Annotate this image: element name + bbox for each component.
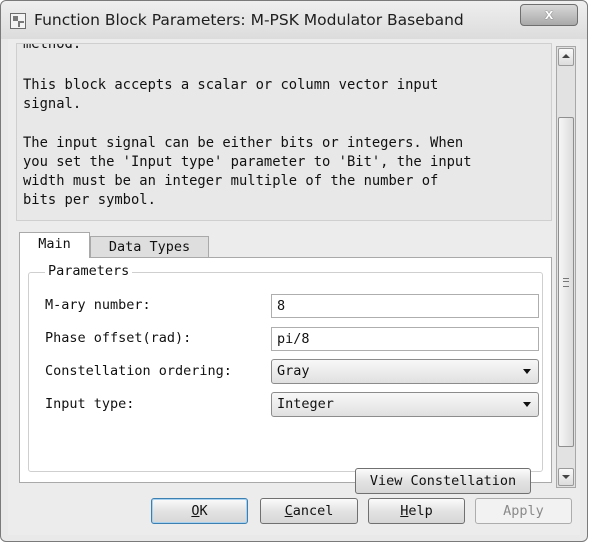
tab-data-types[interactable]: Data Types xyxy=(90,236,209,258)
description-paragraph-2: The input signal can be either bits or i… xyxy=(23,135,472,208)
description-cut-line: method. xyxy=(23,43,82,52)
input-type-value: Integer xyxy=(277,396,334,412)
view-constellation-button[interactable]: View Constellation xyxy=(355,468,531,494)
window-title: Function Block Parameters: M-PSK Modulat… xyxy=(34,11,464,29)
apply-button[interactable]: Apply xyxy=(475,498,572,524)
ok-button[interactable]: OK xyxy=(151,498,248,524)
scroll-grip-icon xyxy=(563,278,569,287)
constellation-ordering-select[interactable]: Gray xyxy=(271,359,539,384)
mary-number-label: M-ary number: xyxy=(45,297,151,313)
title-bar[interactable]: Function Block Parameters: M-PSK Modulat… xyxy=(1,1,587,39)
vertical-scrollbar[interactable] xyxy=(556,46,576,488)
parameters-legend: Parameters xyxy=(45,263,133,279)
mary-number-input[interactable]: 8 xyxy=(271,294,539,318)
parameters-group: Parameters M-ary number: 8 Phase offset(… xyxy=(28,263,543,472)
cancel-mnemonic: C xyxy=(284,503,293,519)
constellation-ordering-value: Gray xyxy=(277,363,310,379)
scroll-up-arrow-icon[interactable] xyxy=(558,48,574,66)
chevron-down-icon xyxy=(523,402,531,407)
input-type-label: Input type: xyxy=(45,396,135,412)
input-type-select[interactable]: Integer xyxy=(271,392,539,417)
constellation-ordering-label: Constellation ordering: xyxy=(45,363,232,379)
description-panel: method. This block accepts a scalar or c… xyxy=(16,43,552,221)
phase-offset-input[interactable]: pi/8 xyxy=(271,327,539,351)
scroll-down-arrow-icon[interactable] xyxy=(558,468,574,486)
phase-offset-label: Phase offset(rad): xyxy=(45,330,192,346)
ok-mnemonic: O xyxy=(191,503,200,519)
dialog-window: Function Block Parameters: M-PSK Modulat… xyxy=(0,0,588,542)
close-icon: x xyxy=(544,6,554,23)
ok-label-rest: K xyxy=(199,503,208,519)
dialog-client: method. This block accepts a scalar or c… xyxy=(8,39,580,535)
window-parameters-icon xyxy=(10,13,26,29)
close-button[interactable]: x xyxy=(520,4,578,26)
main-tab-panel: Parameters M-ary number: 8 Phase offset(… xyxy=(19,257,552,494)
tab-main[interactable]: Main xyxy=(19,232,90,258)
cancel-label-rest: ancel xyxy=(292,503,334,519)
description-paragraph-1: This block accepts a scalar or column ve… xyxy=(23,77,439,112)
cancel-button[interactable]: Cancel xyxy=(260,498,358,524)
chevron-down-icon xyxy=(523,369,531,374)
scroll-thumb[interactable] xyxy=(558,117,574,447)
help-label-rest: elp xyxy=(408,503,433,519)
help-button[interactable]: Help xyxy=(368,498,465,524)
